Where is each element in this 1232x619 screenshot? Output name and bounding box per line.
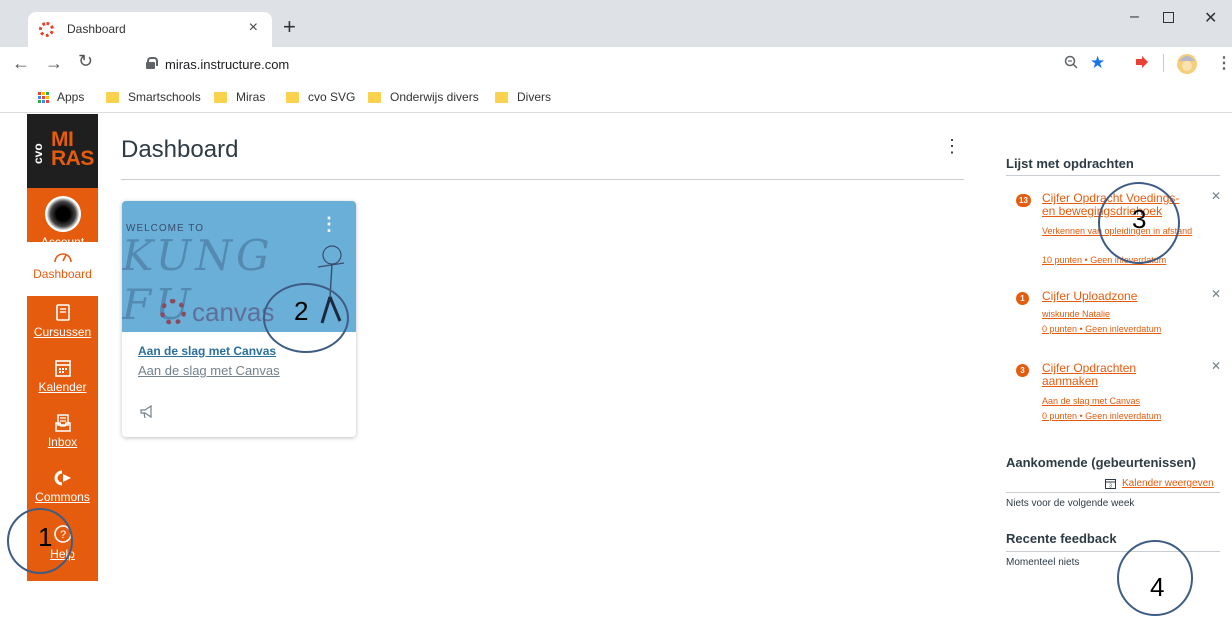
dismiss-todo-icon[interactable]: ✕	[1211, 189, 1221, 203]
logo-miras-text: MI RAS	[51, 128, 94, 170]
todo-item: 1 Cijfer Uploadzone wiskunde Natalie 0 p…	[1006, 287, 1221, 340]
bookmarks-bar: Apps Smartschools Miras cvo SVG Onderwij…	[0, 82, 1232, 113]
lock-icon	[146, 57, 158, 69]
menu-icon[interactable]: ⋮	[1216, 53, 1232, 73]
dismiss-todo-icon[interactable]: ✕	[1211, 287, 1221, 301]
toolbar-divider	[1163, 54, 1164, 72]
nav-dashboard[interactable]: Dashboard	[27, 242, 98, 296]
todo-item: 3 Cijfer Opdrachten aanmaken Aan de slag…	[1006, 359, 1221, 426]
nav-kalender[interactable]: Kalender	[27, 359, 98, 394]
nav-cursussen[interactable]: Cursussen	[27, 304, 98, 339]
page-title: Dashboard	[121, 136, 239, 163]
browser-tabstrip: Dashboard × + – ✕	[0, 0, 1232, 47]
nav-inbox[interactable]: Inbox	[27, 414, 98, 449]
todo-course[interactable]: wiskunde Natalie	[1042, 309, 1202, 320]
minimize-icon[interactable]: –	[1130, 8, 1139, 26]
announcement-icon[interactable]	[140, 405, 154, 419]
folder-icon	[106, 91, 119, 103]
zoom-icon[interactable]	[1064, 55, 1078, 73]
nav-commons[interactable]: Commons	[27, 469, 98, 504]
book-icon	[55, 304, 70, 321]
annotation-number-1: 1	[38, 522, 53, 552]
bookmark-miras[interactable]: Miras	[214, 90, 265, 104]
speedometer-icon	[53, 253, 72, 263]
browser-tab[interactable]: Dashboard ×	[28, 12, 272, 47]
todo-count-badge: 3	[1016, 364, 1029, 377]
miras-logo[interactable]: cvo MI RAS	[27, 114, 98, 188]
course-card-title-link[interactable]: Aan de slag met Canvas	[138, 344, 276, 358]
todo-count-badge: 1	[1016, 292, 1029, 305]
todo-divider	[1006, 175, 1220, 176]
hero-canvas-text: canvas	[192, 297, 275, 327]
todo-title-link[interactable]: Cijfer Uploadzone	[1042, 290, 1182, 303]
dashboard-options-icon[interactable]: ⋮	[943, 137, 961, 155]
extension-icon[interactable]	[1136, 55, 1151, 72]
upcoming-divider	[1006, 492, 1220, 493]
annotation-number-4: 4	[1150, 572, 1165, 602]
bookmark-divers[interactable]: Divers	[495, 90, 551, 104]
logo-cvo-text: cvo	[31, 143, 45, 164]
bookmark-star-icon[interactable]: ★	[1090, 53, 1105, 73]
todo-title-link[interactable]: Cijfer Opdrachten aanmaken	[1042, 362, 1162, 388]
browser-toolbar: ← → ↻ miras.instructure.com ★ ⋮	[0, 47, 1232, 82]
calendar-view-link[interactable]: 3 Kalender weergeven	[1105, 478, 1214, 489]
canvas-logo-icon	[160, 299, 186, 325]
card-options-icon[interactable]: ⋮	[320, 215, 338, 233]
tab-title: Dashboard	[67, 22, 126, 36]
feedback-empty-text: Momenteel niets	[1006, 557, 1080, 568]
calendar-icon: 3	[1105, 479, 1116, 490]
forward-arrow-icon[interactable]: →	[45, 53, 63, 74]
todo-heading: Lijst met opdrachten	[1006, 156, 1134, 171]
todo-meta[interactable]: 0 punten • Geen inleverdatum	[1042, 411, 1202, 422]
new-tab-button[interactable]: +	[283, 16, 296, 38]
bookmark-smartschools[interactable]: Smartschools	[106, 90, 201, 104]
folder-icon	[214, 91, 227, 103]
annotation-number-2: 2	[294, 296, 309, 326]
feedback-divider	[1006, 551, 1220, 552]
upcoming-empty-text: Niets voor de volgende week	[1006, 498, 1135, 509]
dismiss-todo-icon[interactable]: ✕	[1211, 359, 1221, 373]
bookmark-onderwijs-divers[interactable]: Onderwijs divers	[368, 90, 479, 104]
bookmark-apps[interactable]: Apps	[38, 90, 84, 104]
reload-icon[interactable]: ↻	[78, 51, 93, 72]
commons-icon	[54, 470, 71, 486]
annotation-number-3: 3	[1132, 204, 1147, 234]
apps-icon	[38, 91, 49, 103]
folder-icon	[495, 91, 508, 103]
back-arrow-icon[interactable]: ←	[12, 53, 30, 74]
profile-icon[interactable]	[1176, 53, 1198, 79]
calendar-icon	[54, 360, 71, 377]
todo-count-badge: 13	[1016, 194, 1031, 207]
avatar	[44, 196, 81, 232]
svg-text:3: 3	[1109, 484, 1112, 490]
maximize-icon[interactable]	[1163, 10, 1174, 28]
address-bar[interactable]: miras.instructure.com	[165, 57, 289, 72]
folder-icon	[368, 91, 381, 103]
inbox-icon	[54, 414, 71, 432]
todo-meta[interactable]: 0 punten • Geen inleverdatum	[1042, 324, 1202, 335]
tab-close-button[interactable]: ×	[249, 19, 258, 37]
bookmark-cvo-svg[interactable]: cvo SVG	[286, 90, 355, 104]
title-divider	[121, 179, 964, 180]
feedback-heading: Recente feedback	[1006, 531, 1117, 546]
canvas-favicon-icon	[39, 22, 54, 37]
todo-course[interactable]: Aan de slag met Canvas	[1042, 396, 1202, 407]
upcoming-heading: Aankomende (gebeurtenissen)	[1006, 455, 1196, 470]
course-card-subtitle[interactable]: Aan de slag met Canvas	[138, 363, 280, 378]
close-window-icon[interactable]: ✕	[1204, 8, 1217, 28]
folder-icon	[286, 91, 299, 103]
